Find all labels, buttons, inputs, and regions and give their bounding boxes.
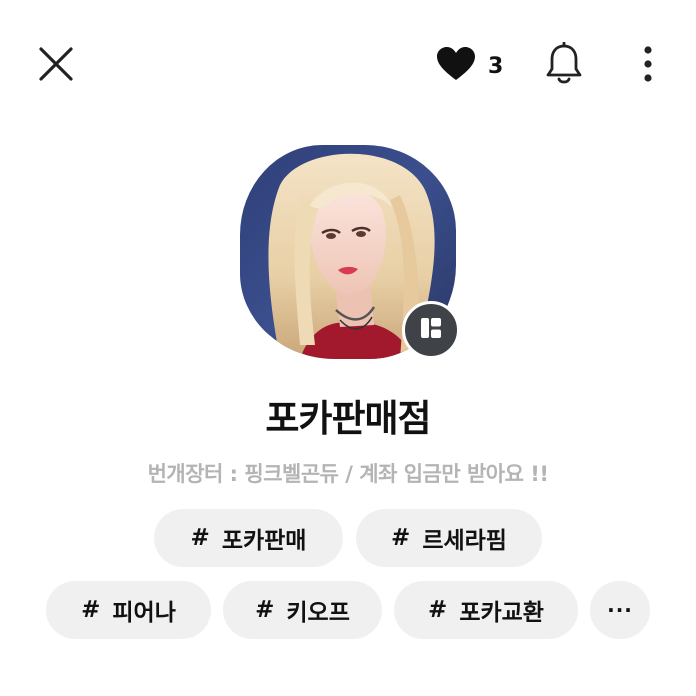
more-options-button[interactable] — [630, 40, 666, 92]
close-button[interactable] — [30, 40, 82, 92]
hash-icon: # — [81, 597, 101, 623]
hash-icon: # — [391, 525, 411, 551]
tag-chip[interactable]: # 르세라핌 — [356, 509, 542, 567]
tag-label: 포카교환 — [459, 600, 544, 626]
heart-icon — [436, 46, 476, 86]
profile-avatar-area — [240, 145, 460, 359]
tag-chip[interactable]: # 포카판매 — [154, 509, 343, 567]
tag-label: 키오프 — [286, 600, 350, 626]
notification-button[interactable] — [538, 40, 590, 92]
tag-label: 르세라핌 — [422, 528, 507, 554]
bell-icon — [544, 41, 584, 90]
tag-chip[interactable]: # 피어나 — [46, 581, 211, 639]
shop-profile-page: 3 포카판매점 번개장터: 핑크벨곤듀 / 계좌 입금만 받아요 !! # 포… — [0, 0, 696, 696]
hash-icon: # — [428, 597, 448, 623]
like-count: 3 — [488, 53, 504, 79]
close-icon — [38, 46, 74, 86]
more-vertical-icon — [642, 46, 654, 86]
shop-badge-icon — [418, 315, 444, 345]
shop-description: 번개장터 : 핑크벨곤듀 / 계좌 입금만 받아요 !! — [147, 462, 549, 486]
tag-chip[interactable]: # 키오프 — [223, 581, 382, 639]
tag-chip[interactable]: # 포카교환 — [394, 581, 578, 639]
tag-label: 피어나 — [112, 600, 176, 626]
shop-badge-button[interactable] — [402, 301, 460, 359]
ellipsis-icon: ··· — [607, 598, 633, 622]
more-tags-button[interactable]: ··· — [590, 581, 650, 639]
like-button[interactable]: 3 — [436, 44, 503, 88]
hash-icon: # — [255, 597, 275, 623]
hash-icon: # — [190, 525, 210, 551]
tag-label: 포카판매 — [221, 528, 307, 554]
shop-name: 포카판매점 — [265, 397, 431, 440]
